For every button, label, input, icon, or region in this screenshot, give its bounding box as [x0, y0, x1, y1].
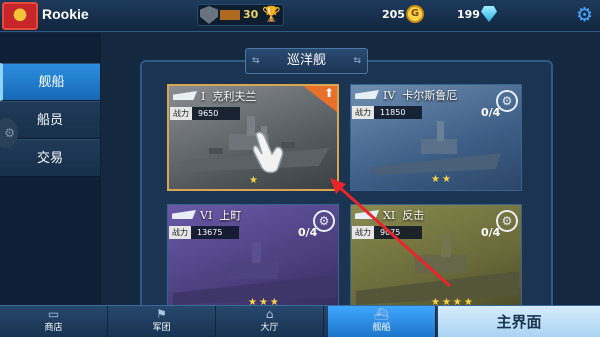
gem-amount: 199: [457, 8, 480, 21]
trophy-icon: 🏆: [262, 5, 281, 23]
module-slots: 0/4: [298, 226, 318, 239]
player-name: Rookie: [42, 6, 89, 22]
ship-name: IV 卡尔斯鲁厄: [383, 89, 458, 102]
gear-icon[interactable]: ⚙: [576, 4, 593, 26]
gold-amount: 205: [382, 8, 405, 21]
star-rating: ★: [249, 175, 260, 186]
rank-box[interactable]: 30 🏆: [197, 4, 284, 26]
ship-card[interactable]: IV 卡尔斯鲁厄 战力 11850 ⚙ 0/4 ★★: [350, 84, 522, 191]
main-menu-button[interactable]: 主界面: [438, 306, 600, 337]
category-label: 巡洋舰: [286, 53, 326, 68]
pointing-hand-icon: [252, 131, 284, 174]
module-slots: 0/4: [481, 106, 501, 119]
nav-label: 军团: [152, 323, 171, 333]
top-bar: Rookie 30 🏆 205 G 199 ⚙: [0, 0, 600, 32]
player-avatar[interactable]: [2, 2, 38, 30]
legion-icon: ⚑: [156, 307, 167, 321]
module-slots: 0/4: [481, 226, 501, 239]
category-tab[interactable]: ⇆ 巡洋舰 ⇆: [245, 48, 368, 74]
rank-progress-bar: [220, 10, 240, 20]
ship-name: I 克利夫兰: [201, 90, 257, 103]
lobby-icon: ⌂: [265, 307, 274, 321]
nav-label: 舰船: [372, 323, 391, 333]
ship-name: VI 上町: [200, 209, 242, 222]
sidebar: 舰船 船员 交易: [0, 33, 101, 305]
next-category-icon[interactable]: ⇆: [353, 49, 361, 73]
nav-label: 商店: [44, 323, 63, 333]
sidebar-item-ships[interactable]: 舰船: [0, 63, 100, 101]
nav-label: 大厅: [260, 323, 279, 333]
nav-shop[interactable]: ▭ 商店: [0, 306, 108, 337]
nav-ships[interactable]: ⛴ 舰船: [328, 306, 436, 337]
bottom-nav: ▭ 商店 ⚑ 军团 ⌂ 大厅 ⛴ 舰船 主界面: [0, 305, 600, 337]
shield-icon: [200, 6, 218, 24]
rank-value: 30: [243, 8, 259, 21]
power-box: 战力 9650: [170, 107, 240, 120]
power-box: 战力 13675: [169, 226, 239, 239]
gold-coin-icon[interactable]: G: [406, 5, 424, 23]
ship-card[interactable]: XI 反击 战力 9075 ⚙ 0/4 ★★★★: [350, 204, 522, 311]
nav-legion[interactable]: ⚑ 军团: [108, 306, 216, 337]
shop-icon: ▭: [47, 307, 60, 321]
ship-icon: ⛴: [373, 307, 390, 321]
power-box: 战力 9075: [352, 226, 422, 239]
star-rating: ★★: [431, 174, 453, 185]
sidebar-item-trade[interactable]: 交易: [0, 139, 100, 177]
power-box: 战力 11850: [352, 106, 422, 119]
nav-lobby[interactable]: ⌂ 大厅: [216, 306, 324, 337]
ship-card[interactable]: VI 上町 战力 13675 ⚙ 0/4 ★★★: [167, 204, 339, 311]
diamond-icon[interactable]: [481, 6, 497, 22]
prev-category-icon[interactable]: ⇆: [252, 49, 260, 73]
ship-name: XI 反击: [383, 209, 425, 222]
